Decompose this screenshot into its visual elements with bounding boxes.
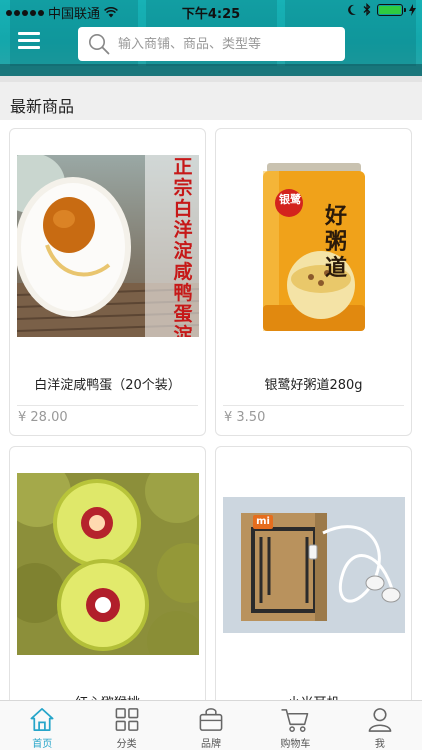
product-name[interactable]: 小米耳机 — [216, 692, 411, 700]
image-caption: 正宗白洋淀咸鸭蛋 淀区散养 — [173, 156, 193, 338]
bottom-tab-bar: 首页 分类 品牌 购物车 我 — [0, 700, 422, 750]
tab-brand[interactable]: 品牌 — [169, 701, 253, 750]
tab-cart[interactable]: 购物车 — [253, 701, 337, 750]
product-card[interactable]: 红心猕猴桃 — [9, 446, 206, 700]
product-image-congee-can[interactable]: 银鹭 好粥道 — [223, 155, 405, 337]
bluetooth-icon — [363, 3, 371, 16]
tab-label: 我 — [374, 739, 385, 750]
product-card[interactable]: mi 小米耳机 — [215, 446, 412, 700]
product-grid: 正宗白洋淀咸鸭蛋 淀区散养 白洋淀咸鸭蛋（20个装） ¥ 28.00 银鹭 好粥… — [0, 120, 422, 700]
status-bar: 中国联通 下午4:25 — [0, 0, 422, 22]
image-caption: 好粥道 — [324, 203, 347, 281]
home-icon — [30, 708, 54, 731]
product-name[interactable]: 白洋淀咸鸭蛋（20个装） — [10, 374, 205, 393]
product-name[interactable]: 银鹭好粥道280g — [216, 374, 411, 393]
moon-icon — [348, 4, 356, 15]
header-banner-strip — [0, 64, 422, 76]
search-input[interactable] — [118, 36, 328, 52]
divider — [223, 405, 404, 406]
tab-label: 首页 — [32, 739, 53, 750]
tab-home[interactable]: 首页 — [0, 701, 84, 750]
latest-products-section: 最新商品 — [0, 76, 422, 120]
product-price: ¥ 28.00 — [18, 410, 68, 425]
product-image-kiwi[interactable] — [17, 473, 199, 655]
divider — [17, 405, 198, 406]
image-brand: 银鹭 — [279, 193, 301, 206]
status-right — [347, 3, 416, 16]
tab-label: 品牌 — [201, 739, 222, 750]
bag-icon — [199, 708, 223, 731]
product-image-duck-egg[interactable]: 正宗白洋淀咸鸭蛋 淀区散养 — [17, 155, 199, 337]
search-bar[interactable] — [78, 27, 345, 61]
search-icon — [89, 34, 110, 55]
charging-icon — [409, 3, 416, 16]
tab-label: 购物车 — [280, 739, 311, 750]
cart-icon — [281, 709, 309, 732]
tab-category[interactable]: 分类 — [84, 701, 168, 750]
top-header: 中国联通 下午4:25 — [0, 0, 422, 76]
battery-icon — [377, 3, 406, 16]
tab-profile[interactable]: 我 — [338, 701, 422, 750]
product-name[interactable]: 红心猕猴桃 — [10, 692, 205, 700]
image-brand: mi — [253, 515, 273, 529]
section-title: 最新商品 — [10, 97, 75, 116]
tab-label: 分类 — [116, 739, 137, 750]
product-image-earphones[interactable]: mi — [223, 473, 405, 655]
product-card[interactable]: 正宗白洋淀咸鸭蛋 淀区散养 白洋淀咸鸭蛋（20个装） ¥ 28.00 — [9, 128, 206, 436]
user-icon — [368, 708, 392, 732]
grid-icon — [115, 708, 138, 731]
product-card[interactable]: 银鹭 好粥道 银鹭好粥道280g ¥ 3.50 — [215, 128, 412, 436]
product-price: ¥ 3.50 — [224, 410, 266, 425]
menu-icon[interactable] — [18, 32, 42, 52]
